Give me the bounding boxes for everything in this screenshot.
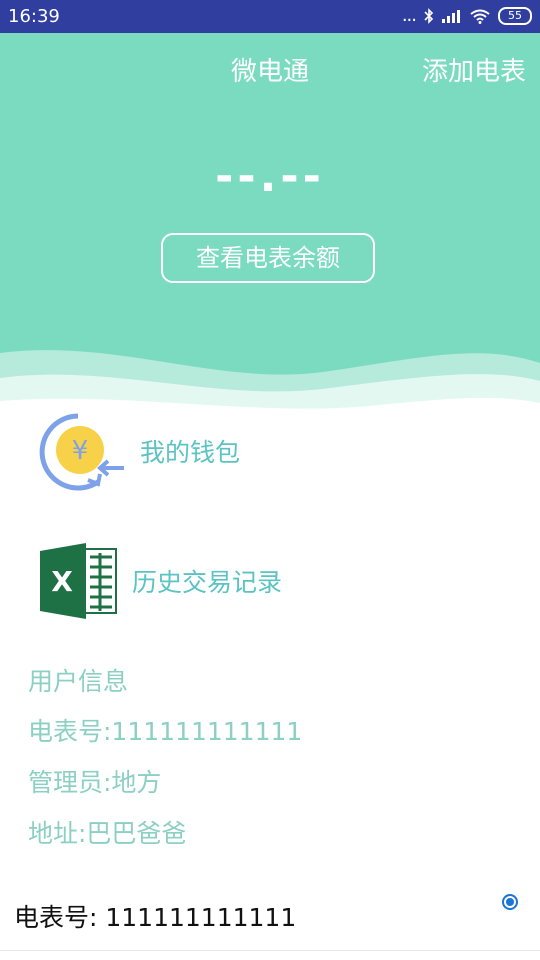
wifi-icon [470,9,490,24]
address: 地址:巴巴爸爸 [28,819,187,848]
battery-icon: 55 [498,7,532,25]
balance-value: --.-- [215,151,325,202]
svg-text:X: X [51,565,73,598]
bluetooth-icon [424,8,434,24]
user-info-title: 用户信息 [28,667,129,696]
meter-select-radio[interactable] [502,894,518,910]
header-panel: 微电通 添加电表 --.-- 查看电表余额 [0,33,540,423]
manager-name: 管理员:地方 [28,768,162,797]
view-balance-button[interactable]: 查看电表余额 [161,233,375,283]
history-menu-item[interactable]: X 历史交易记录 [40,543,282,619]
status-time: 16:39 [8,6,60,27]
history-label: 历史交易记录 [132,568,283,597]
excel-icon: X [40,543,117,619]
meter-list-item[interactable]: 电表号: 111111111111 [0,880,540,951]
wallet-icon: ¥ [39,413,124,491]
signal-icon [442,10,460,23]
status-bar: 16:39 ... 55 [0,0,540,33]
radio-selected-dot [506,898,514,906]
meter-number: 电表号:111111111111 [28,717,303,746]
status-icons: ... 55 [402,7,532,25]
meter-list-label: 电表号: 111111111111 [14,903,297,932]
svg-text:¥: ¥ [72,436,89,466]
add-meter-button[interactable]: 添加电表 [422,51,526,88]
more-dots-icon: ... [401,5,417,26]
wallet-label: 我的钱包 [140,438,241,467]
wallet-menu-item[interactable]: ¥ 我的钱包 [38,408,240,494]
